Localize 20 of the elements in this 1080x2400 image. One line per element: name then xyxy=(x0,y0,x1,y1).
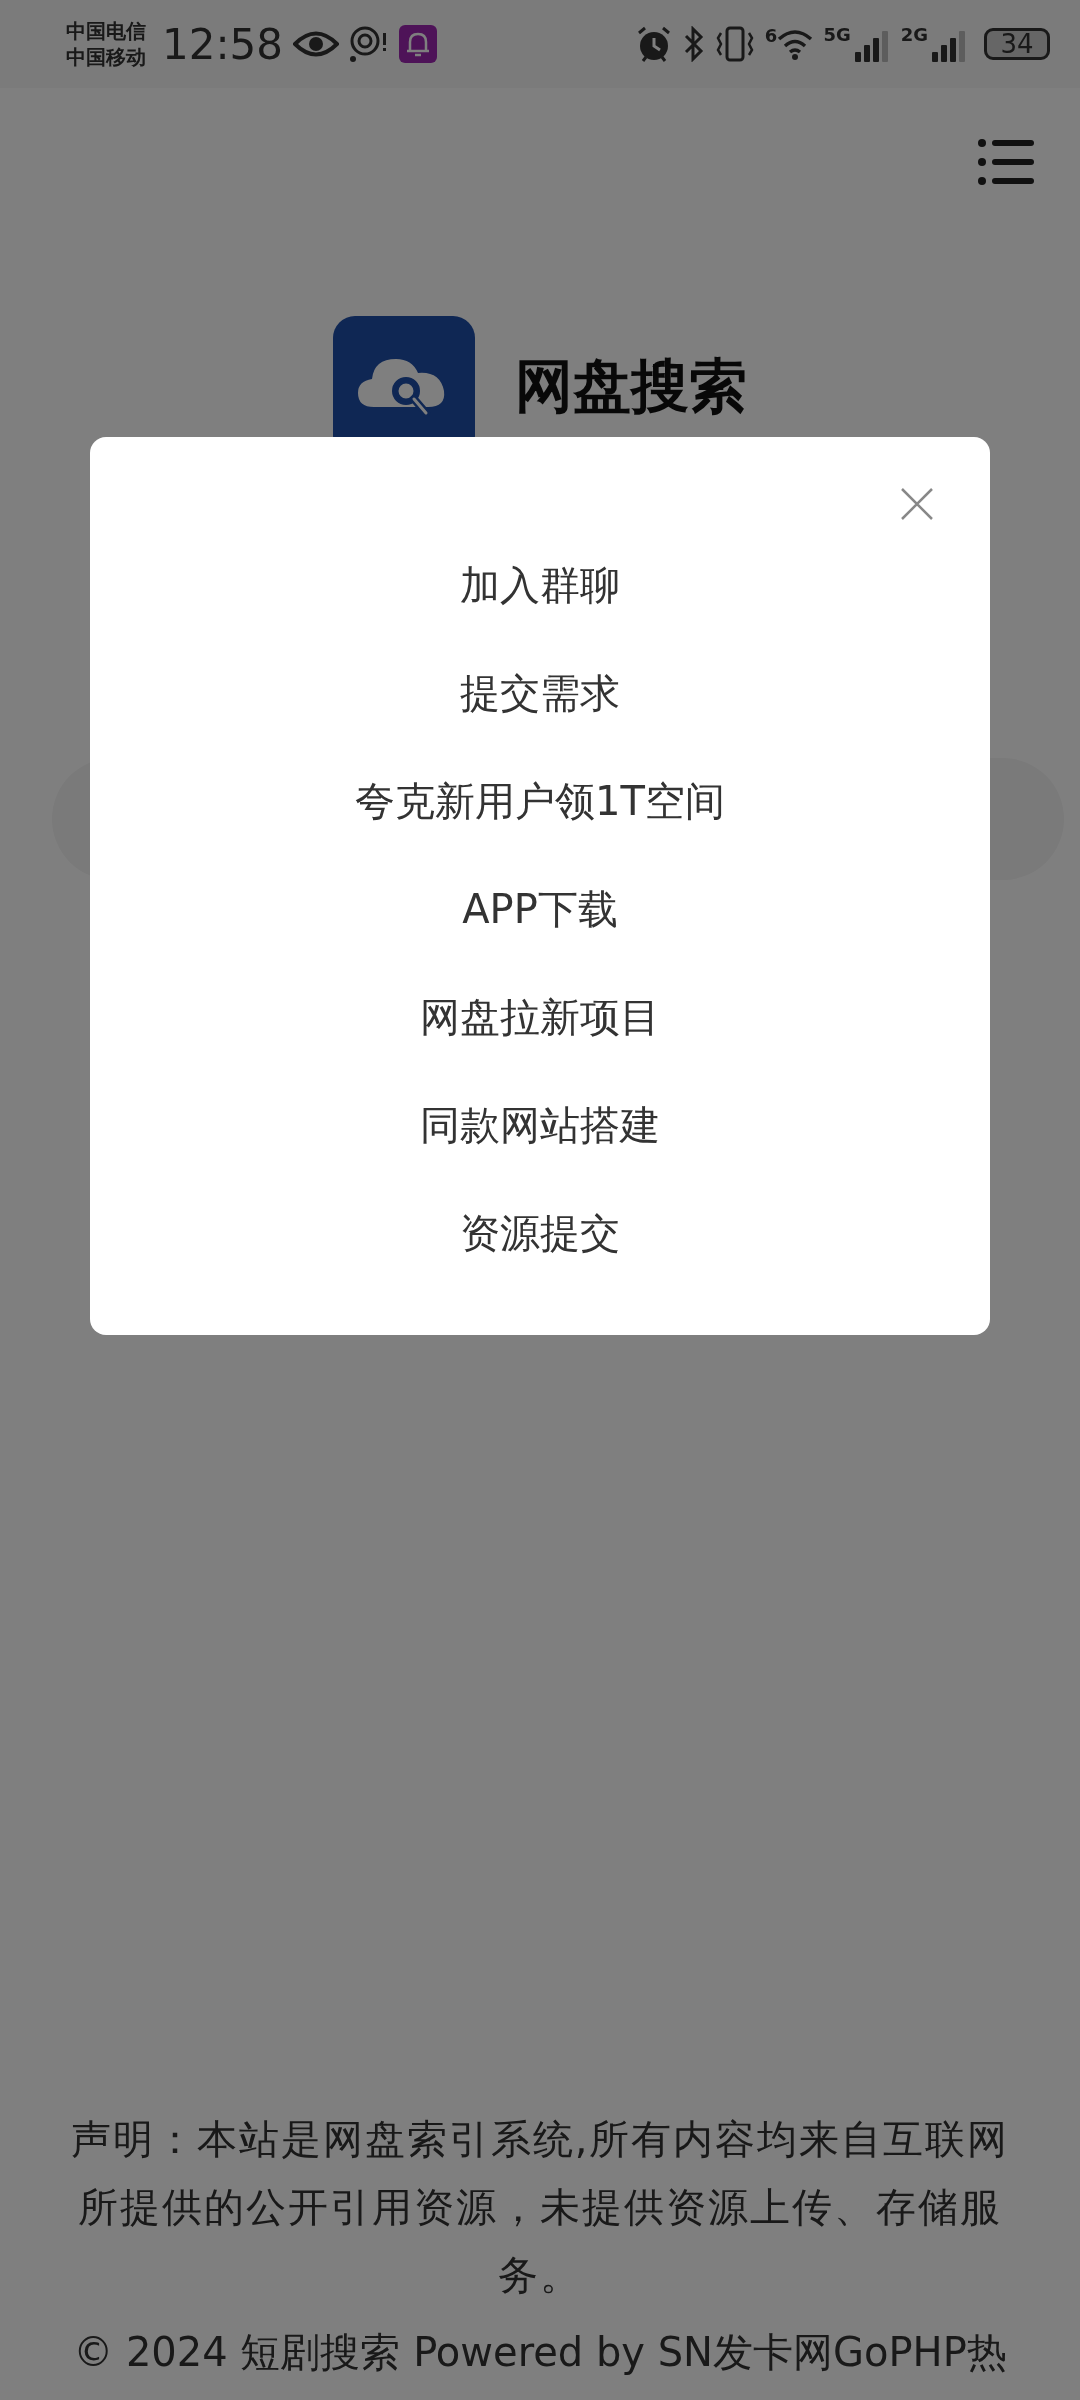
menu-item[interactable]: 夸克新用户领1T空间 xyxy=(351,747,729,855)
carrier-name: 中国电信 xyxy=(66,18,146,44)
disclaimer-text: 声明：本站是网盘索引系统,所有内容均来自互联网所提供的公开引用资源，未提供资源上传、存储服务。 xyxy=(69,2115,1011,2300)
menu-item[interactable]: 加入群聊 xyxy=(456,531,624,639)
close-icon[interactable] xyxy=(900,487,934,521)
carrier-name: 中国移动 xyxy=(66,44,146,70)
battery-icon: 34 xyxy=(984,28,1050,60)
app-title: 网盘搜索 xyxy=(515,351,747,422)
copyright-text: © 2024 短剧搜索 Powered by SN发卡网GoPHP热 xyxy=(72,2328,1008,2377)
bell-icon xyxy=(399,25,438,63)
eye-icon xyxy=(293,29,340,59)
vibrate-icon xyxy=(714,25,755,63)
menu-icon[interactable] xyxy=(978,138,1034,186)
bluetooth-icon xyxy=(682,26,705,62)
clock: 12:58 xyxy=(162,19,284,69)
menu-item[interactable]: 同款网站搭建 xyxy=(416,1071,664,1179)
menu-item[interactable]: 网盘拉新项目 xyxy=(416,963,664,1071)
menu-item[interactable]: 提交需求 xyxy=(456,639,624,747)
menu-item[interactable]: 资源提交 xyxy=(456,1179,624,1287)
menu-item[interactable]: APP下载 xyxy=(458,855,622,963)
